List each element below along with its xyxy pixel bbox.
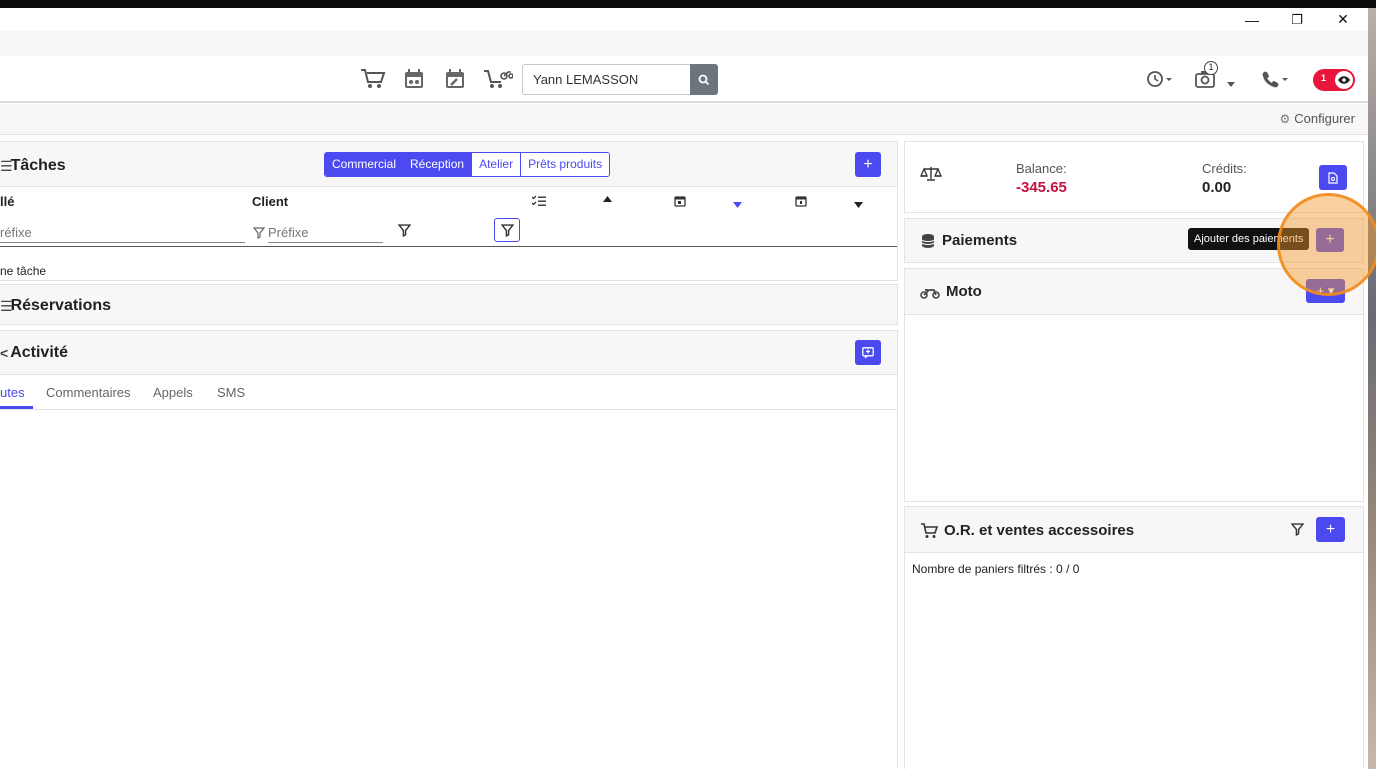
status-filter-button[interactable] (494, 218, 520, 242)
col-libelle[interactable]: llé (0, 194, 14, 209)
balance-value: -345.65 (1016, 179, 1067, 196)
restore-icon: ❐ (1291, 11, 1303, 27)
document-icon (1328, 171, 1338, 184)
configure-button[interactable]: ⚙ Configurer (1280, 111, 1355, 126)
plus-icon: + (863, 155, 873, 173)
calendar-due-icon[interactable] (794, 194, 808, 208)
browser-strip (0, 31, 1368, 56)
tab-appels[interactable]: Appels (153, 385, 193, 400)
filter-icon[interactable] (396, 222, 412, 238)
sort-asc-icon[interactable] (601, 194, 613, 204)
reservations-title-wrap: ☰ Réservations (0, 297, 111, 315)
activite-tabs: utes Commentaires Appels SMS (0, 375, 897, 410)
configure-label: Configurer (1294, 111, 1355, 126)
search-icon (698, 74, 710, 85)
client-filter-input[interactable] (268, 223, 383, 243)
active-tab-underline (0, 406, 33, 409)
add-panier-button[interactable]: + (1316, 517, 1345, 542)
reservations-panel[interactable] (0, 284, 898, 325)
filter-icon[interactable] (1289, 521, 1305, 537)
libelle-filter-input[interactable] (0, 223, 245, 243)
moto-panel (904, 268, 1364, 502)
share-icon: < (0, 345, 9, 361)
taches-empty-text: ne tâche (0, 264, 47, 278)
window-titlebar: — ❐ ✕ (0, 8, 1368, 31)
comment-plus-icon (862, 346, 874, 358)
screen-top-edge (0, 0, 1376, 8)
segment-reception[interactable]: Réception (403, 153, 472, 176)
credits-label: Crédits: (1202, 161, 1247, 176)
scale-icon (920, 166, 942, 185)
camera-icon[interactable]: 1 (1186, 61, 1226, 91)
add-comment-button[interactable] (855, 340, 881, 365)
eye-icon (1335, 71, 1353, 89)
segment-prets-produits[interactable]: Prêts produits (520, 153, 610, 176)
desktop-edge (1368, 8, 1376, 769)
moto-title-wrap: Moto (920, 283, 982, 300)
tab-sms[interactable]: SMS (217, 385, 245, 400)
tab-commentaires[interactable]: Commentaires (46, 385, 131, 400)
coins-icon (921, 233, 935, 248)
taches-title-wrap: ☰ Tâches (0, 157, 66, 175)
plus-icon: + (1325, 520, 1336, 538)
status-toggle[interactable]: 1 (1313, 69, 1355, 91)
phone-icon[interactable] (1260, 67, 1292, 91)
close-button[interactable]: ✕ (1320, 8, 1366, 31)
or-ventes-title-wrap: O.R. et ventes accessoires (920, 522, 1134, 539)
panier-count-text: Nombre de paniers filtrés : 0 / 0 (912, 562, 1080, 576)
cart-moto-icon[interactable] (483, 67, 513, 91)
config-strip: ⚙ Configurer (0, 104, 1368, 135)
calendar-wrench-icon[interactable] (441, 67, 469, 91)
add-tache-button[interactable]: + (855, 152, 881, 177)
paiements-title-wrap: Paiements (920, 232, 1017, 249)
or-ventes-panel (904, 506, 1364, 769)
balance-label: Balance: (1016, 161, 1067, 176)
client-search-input[interactable] (522, 64, 691, 95)
client-filter-funnel-icon (252, 226, 266, 240)
credits-value: 0.00 (1202, 179, 1232, 196)
moto-title: Moto (946, 283, 982, 300)
cart-icon (921, 522, 938, 538)
taches-title: Tâches (10, 157, 66, 174)
activite-title: Activité (10, 344, 68, 361)
sort-desc-active-icon[interactable] (731, 200, 743, 210)
toggle-count: 1 (1321, 73, 1327, 83)
segment-atelier[interactable]: Atelier (471, 153, 521, 176)
calendar-moto-icon[interactable] (400, 67, 428, 91)
balance-panel (904, 141, 1364, 213)
cart-icon[interactable] (359, 67, 387, 91)
click-highlight (1277, 193, 1376, 296)
restore-button[interactable]: ❐ (1274, 8, 1320, 31)
taches-segment-filter: Commercial Réception Atelier Prêts produ… (324, 152, 611, 177)
calendar-icon[interactable] (673, 194, 687, 208)
paiements-title: Paiements (942, 232, 1018, 249)
activite-header (0, 331, 897, 375)
close-icon: ✕ (1337, 11, 1349, 27)
camera-badge: 1 (1204, 61, 1218, 75)
sort-desc-icon[interactable] (852, 200, 864, 210)
activite-title-wrap: < Activité (0, 344, 68, 362)
app-header: 1 1 (0, 56, 1368, 103)
minimize-button[interactable]: — (1229, 8, 1275, 31)
camera-dropdown-icon[interactable] (1227, 76, 1235, 91)
col-client[interactable]: Client (252, 194, 288, 209)
search-button[interactable] (690, 64, 718, 95)
minimize-icon: — (1245, 11, 1259, 28)
filter-icon (500, 223, 514, 237)
history-icon[interactable] (1144, 67, 1174, 91)
balance-document-button[interactable] (1319, 165, 1347, 190)
filter-divider (0, 246, 897, 247)
or-ventes-title: O.R. et ventes accessoires (944, 522, 1135, 539)
checklist-icon[interactable] (531, 194, 547, 208)
motorcycle-icon (920, 288, 940, 299)
tab-toutes[interactable]: utes (0, 385, 25, 400)
reservations-title: Réservations (10, 297, 112, 314)
gears-icon: ⚙ (1279, 111, 1291, 126)
segment-commercial[interactable]: Commercial (325, 153, 404, 176)
